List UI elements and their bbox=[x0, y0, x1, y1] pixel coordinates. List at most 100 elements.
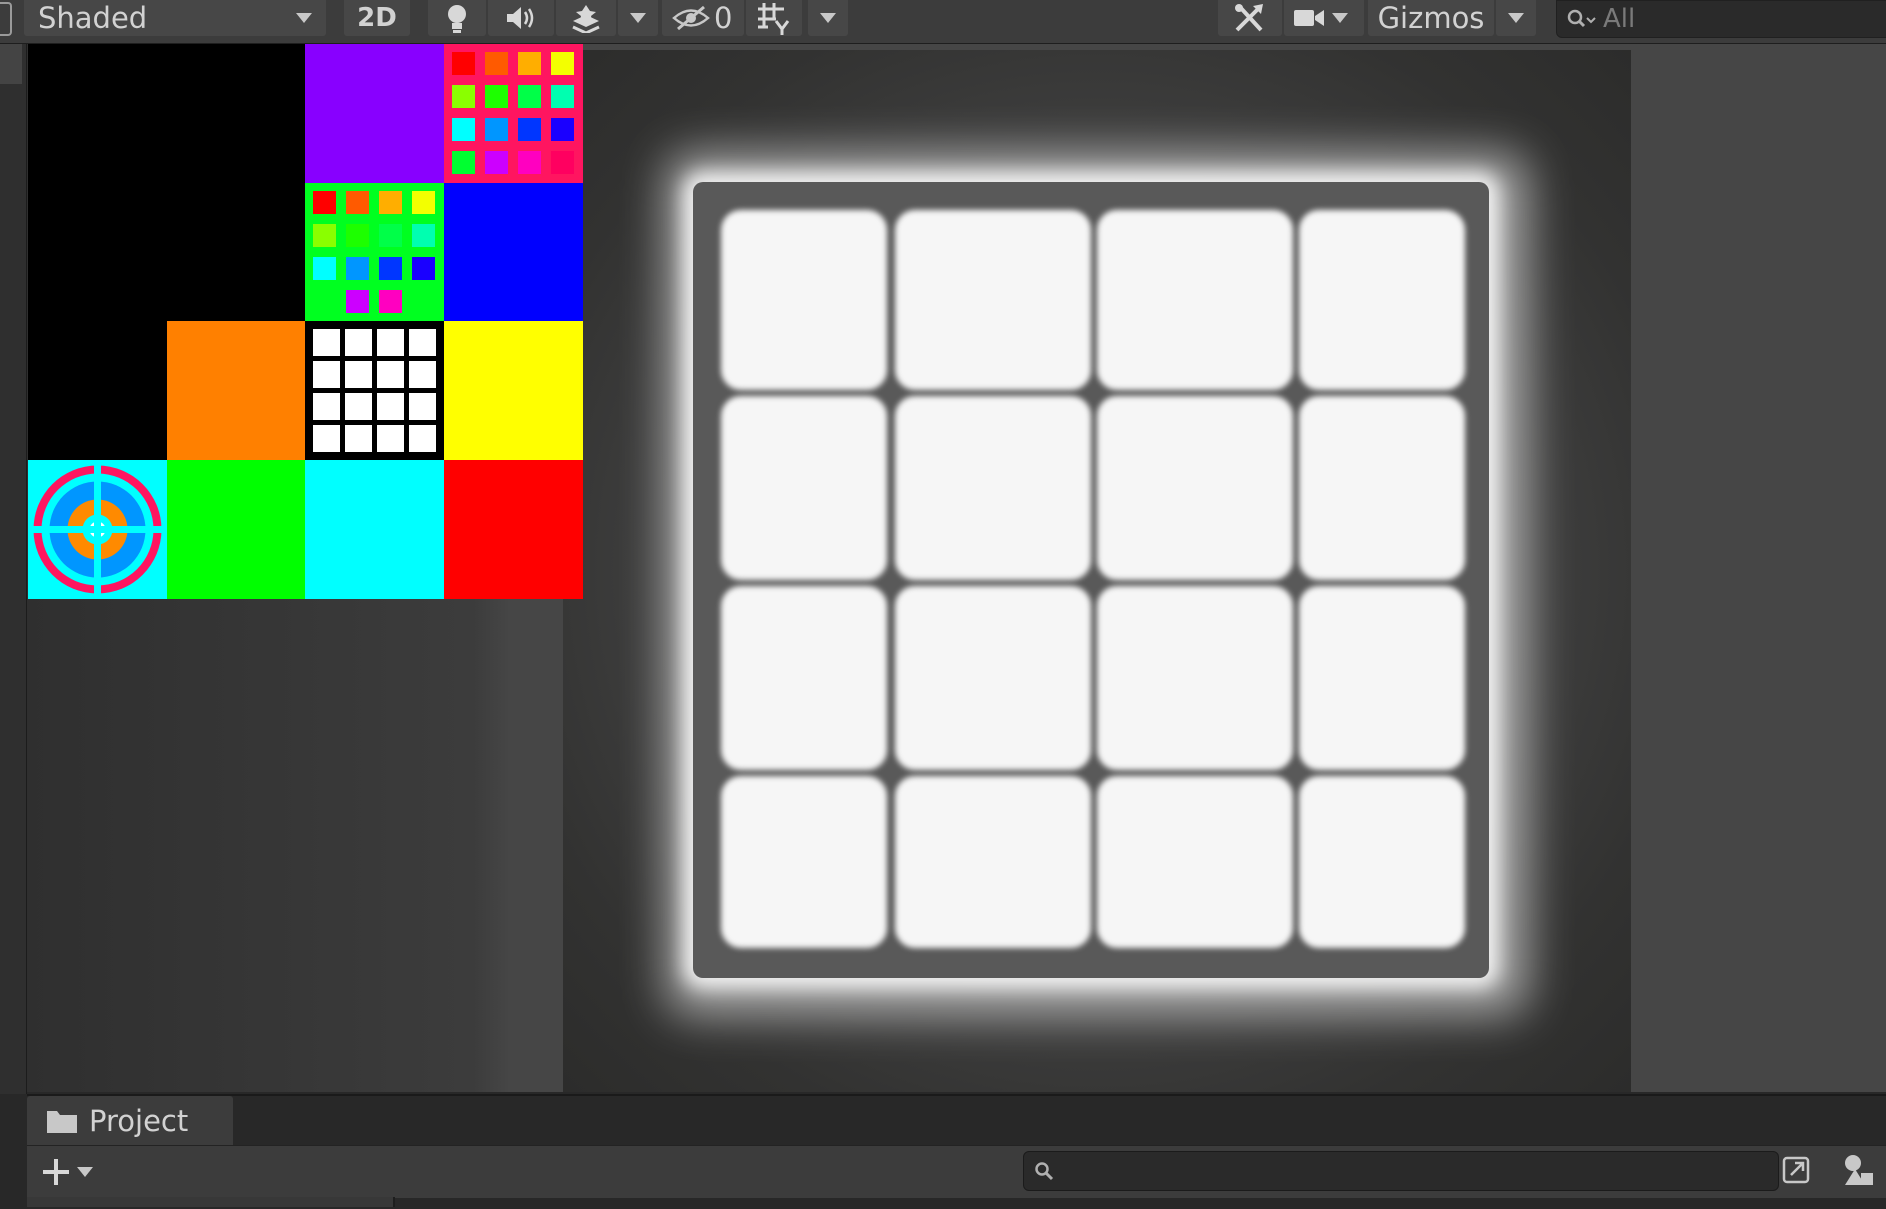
light-panel-cell bbox=[895, 210, 1091, 390]
grid-square bbox=[345, 361, 372, 388]
grid-square bbox=[409, 425, 436, 452]
palette-swatch bbox=[551, 151, 574, 174]
palette-swatch bbox=[485, 118, 508, 141]
lightbulb-icon bbox=[448, 5, 466, 33]
grid-square bbox=[345, 425, 372, 452]
light-panel-cell bbox=[721, 776, 887, 948]
chevron-down-icon bbox=[296, 13, 312, 23]
gizmos-button[interactable]: Gizmos bbox=[1368, 0, 1494, 36]
light-panel-cell bbox=[895, 586, 1091, 770]
scene-visibility-toggle[interactable]: 0 bbox=[662, 0, 744, 36]
light-panel-cell bbox=[1299, 586, 1465, 770]
atlas-tile-purple bbox=[305, 44, 444, 183]
atlas-tile-cyan bbox=[305, 460, 444, 599]
palette-swatch-grid bbox=[313, 191, 435, 313]
atlas-tile-black bbox=[28, 44, 167, 183]
project-search-input[interactable] bbox=[1023, 1151, 1779, 1191]
light-panel-cell bbox=[721, 210, 887, 390]
search-icon bbox=[1035, 1162, 1054, 1181]
tools-toggle[interactable] bbox=[1218, 0, 1282, 36]
gizmos-label: Gizmos bbox=[1377, 1, 1485, 35]
audio-toggle[interactable] bbox=[488, 0, 554, 36]
atlas-tile-red bbox=[444, 460, 583, 599]
toggle-2d-label: 2D bbox=[357, 3, 397, 33]
light-panel-cell bbox=[1299, 210, 1465, 390]
chevron-down-icon bbox=[630, 13, 646, 23]
external-open-icon bbox=[1782, 1156, 1810, 1184]
hierarchy-search-input[interactable]: All bbox=[1556, 0, 1886, 38]
grid-square bbox=[377, 425, 404, 452]
target-icon bbox=[28, 460, 167, 599]
folder-icon bbox=[47, 1110, 77, 1133]
grid-snapping-toggle[interactable] bbox=[746, 0, 802, 36]
palette-swatch bbox=[346, 257, 369, 280]
search-by-label-button[interactable] bbox=[1836, 1151, 1880, 1189]
search-by-type-button[interactable] bbox=[1776, 1151, 1816, 1189]
palette-swatch bbox=[313, 224, 336, 247]
grid-square bbox=[409, 361, 436, 388]
palette-swatch bbox=[452, 52, 475, 75]
hidden-eye-icon bbox=[672, 5, 710, 31]
grid-square bbox=[345, 393, 372, 420]
create-button[interactable] bbox=[41, 1154, 101, 1190]
project-tab[interactable]: Project bbox=[27, 1096, 233, 1145]
atlas-tile-palette-pink bbox=[444, 44, 583, 183]
light-panel-cell bbox=[721, 396, 887, 580]
texture-atlas bbox=[28, 44, 583, 599]
effects-dropdown[interactable] bbox=[618, 0, 658, 36]
chevron-down-icon bbox=[820, 13, 836, 23]
left-edge-button[interactable] bbox=[0, 2, 12, 36]
palette-swatch bbox=[412, 224, 435, 247]
palette-swatch bbox=[346, 290, 369, 313]
grid-snapping-dropdown[interactable] bbox=[808, 0, 848, 36]
palette-swatch bbox=[518, 85, 541, 108]
light-panel-cell bbox=[1097, 210, 1293, 390]
camera-settings-button[interactable] bbox=[1284, 0, 1364, 36]
atlas-tile-black bbox=[167, 183, 306, 322]
light-panel-cell bbox=[721, 586, 887, 770]
asset-type-icon bbox=[1845, 1155, 1873, 1185]
palette-swatch-grid bbox=[452, 52, 574, 174]
grid-square bbox=[345, 329, 372, 356]
light-panel-cell bbox=[1299, 776, 1465, 948]
light-panel-cell bbox=[1097, 396, 1293, 580]
palette-swatch bbox=[452, 151, 475, 174]
palette-swatch bbox=[379, 257, 402, 280]
atlas-tile-blue bbox=[444, 183, 583, 322]
palette-swatch bbox=[518, 118, 541, 141]
grid-square bbox=[313, 361, 340, 388]
atlas-tile-target bbox=[28, 460, 167, 599]
palette-swatch bbox=[346, 224, 369, 247]
palette-swatch bbox=[313, 257, 336, 280]
speaker-icon bbox=[507, 7, 534, 29]
grid-square bbox=[313, 329, 340, 356]
effects-toggle[interactable] bbox=[556, 0, 616, 36]
tools-icon bbox=[1235, 4, 1263, 32]
white-grid-pattern bbox=[313, 329, 436, 452]
atlas-tile-palette-green bbox=[305, 183, 444, 322]
light-panel-cell bbox=[1097, 776, 1293, 948]
project-folder-list bbox=[27, 1197, 395, 1207]
left-dock-tab[interactable] bbox=[0, 44, 22, 84]
grid-square bbox=[377, 361, 404, 388]
draw-mode-dropdown[interactable]: Shaded bbox=[24, 0, 326, 36]
draw-mode-label: Shaded bbox=[38, 1, 148, 35]
palette-swatch bbox=[313, 191, 336, 214]
atlas-tile-orange bbox=[167, 321, 306, 460]
camera-icon bbox=[1294, 10, 1324, 26]
grid-square bbox=[313, 393, 340, 420]
grid-snap-icon bbox=[758, 3, 790, 35]
palette-swatch bbox=[485, 151, 508, 174]
chevron-down-icon bbox=[1508, 13, 1524, 23]
atlas-tile-white-grid bbox=[305, 321, 444, 460]
light-panel-cell bbox=[1299, 396, 1465, 580]
grid-square bbox=[409, 329, 436, 356]
palette-swatch bbox=[379, 224, 402, 247]
palette-swatch bbox=[412, 257, 435, 280]
gizmos-dropdown[interactable] bbox=[1496, 0, 1536, 36]
palette-swatch bbox=[551, 52, 574, 75]
toggle-2d-button[interactable]: 2D bbox=[344, 0, 410, 36]
palette-swatch bbox=[485, 52, 508, 75]
left-dock-strip bbox=[0, 44, 27, 1094]
lighting-toggle[interactable] bbox=[428, 0, 486, 36]
